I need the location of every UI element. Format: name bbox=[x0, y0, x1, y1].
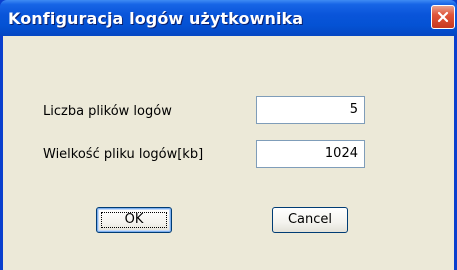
log-size-label: Wielkość pliku logów[kb] bbox=[43, 147, 204, 162]
cancel-button-label: Cancel bbox=[287, 212, 333, 227]
window-title: Konfiguracja logów użytkownika bbox=[8, 9, 304, 28]
log-size-input[interactable]: 1024 bbox=[256, 140, 365, 168]
cancel-button[interactable]: Cancel bbox=[272, 207, 348, 233]
close-icon bbox=[436, 10, 450, 24]
dialog-window: Konfiguracja logów użytkownika Liczba pl… bbox=[0, 0, 457, 270]
close-button[interactable] bbox=[431, 5, 455, 29]
log-count-label: Liczba plików logów bbox=[43, 104, 172, 119]
ok-button[interactable]: OK bbox=[96, 207, 172, 233]
dialog-body: Liczba plików logów 5 Wielkość pliku log… bbox=[3, 36, 454, 270]
title-bar[interactable]: Konfiguracja logów użytkownika bbox=[0, 0, 457, 36]
log-count-input[interactable]: 5 bbox=[256, 96, 365, 124]
ok-button-label: OK bbox=[124, 212, 144, 227]
